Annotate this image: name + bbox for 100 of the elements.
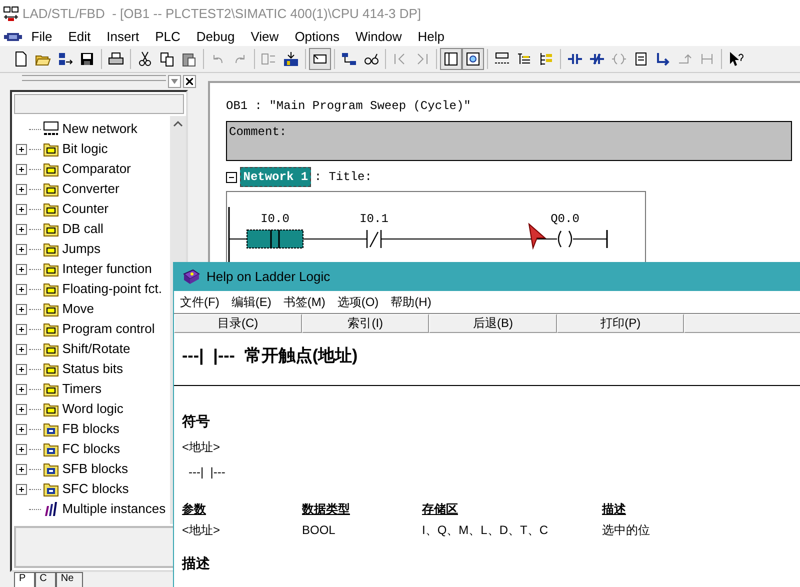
tree-item[interactable]: DB call bbox=[16, 219, 170, 239]
tree-item[interactable]: SFB blocks bbox=[16, 459, 170, 479]
expand-icon[interactable] bbox=[16, 244, 27, 254]
expand-icon[interactable] bbox=[16, 364, 27, 374]
menu-item[interactable]: PLC bbox=[147, 27, 188, 47]
menu-item[interactable]: Edit bbox=[60, 27, 99, 47]
menu-item[interactable]: Window bbox=[348, 27, 410, 47]
menu-item[interactable]: File bbox=[23, 27, 60, 47]
column-header: 参数 bbox=[182, 501, 207, 518]
tree-item[interactable]: Move bbox=[16, 299, 170, 319]
tree-item[interactable]: Word logic bbox=[16, 399, 170, 419]
menu-item[interactable]: 书签(M) bbox=[277, 293, 332, 311]
tree-item[interactable]: Counter bbox=[16, 199, 170, 219]
coil-icon bbox=[611, 51, 627, 67]
folder-icon bbox=[43, 321, 59, 337]
expand-icon[interactable] bbox=[16, 444, 27, 454]
network-title: : Title: bbox=[314, 169, 372, 186]
close-icon bbox=[186, 78, 193, 85]
list-icon bbox=[516, 51, 532, 67]
toolbar-button[interactable]: 打印(P) bbox=[556, 314, 684, 333]
folder-icon bbox=[43, 441, 59, 457]
section-heading: 符号 bbox=[182, 412, 211, 430]
comment-field[interactable]: Comment: bbox=[226, 121, 792, 161]
expand-icon[interactable] bbox=[16, 184, 27, 194]
network-label[interactable]: Network 1 bbox=[240, 167, 312, 187]
expand-icon[interactable] bbox=[16, 264, 27, 274]
expand-icon[interactable] bbox=[16, 484, 27, 494]
close-button[interactable] bbox=[183, 75, 196, 88]
panel-tab[interactable]: P bbox=[14, 572, 35, 587]
tree-item[interactable]: FB blocks bbox=[16, 419, 170, 439]
caret-icon bbox=[171, 79, 178, 84]
tree-item[interactable]: Timers bbox=[16, 379, 170, 399]
contact-icon bbox=[567, 51, 583, 67]
menu-item[interactable]: 帮助(H) bbox=[384, 293, 438, 311]
tree-item[interactable]: Floating-point fct. bbox=[16, 279, 170, 299]
tree-item[interactable]: Integer function bbox=[16, 259, 170, 279]
tree-item[interactable]: SFC blocks bbox=[16, 479, 170, 499]
app-icon bbox=[3, 6, 20, 22]
expand-icon[interactable] bbox=[16, 304, 27, 314]
online-icon bbox=[341, 51, 357, 67]
table-cell-text: BOOL bbox=[302, 522, 336, 540]
menu-item[interactable]: View bbox=[242, 27, 287, 47]
panel-tab[interactable]: Ne bbox=[56, 572, 83, 587]
menu-item[interactable]: Options bbox=[286, 27, 348, 47]
menu-item[interactable]: 选项(O) bbox=[331, 293, 385, 311]
panel-tab[interactable]: C bbox=[34, 572, 56, 587]
expand-icon[interactable] bbox=[16, 384, 27, 394]
expand-icon[interactable] bbox=[16, 224, 27, 234]
zoom-icon bbox=[465, 51, 481, 67]
menu-item[interactable]: Help bbox=[410, 27, 452, 47]
toolbar-button[interactable]: 后退(B) bbox=[429, 314, 557, 333]
tree-item[interactable]: Converter bbox=[16, 179, 170, 199]
panel-button[interactable] bbox=[440, 48, 462, 70]
collapse-icon[interactable] bbox=[226, 172, 237, 182]
help-book-icon bbox=[182, 269, 200, 285]
tree-item[interactable]: Jumps bbox=[16, 239, 170, 259]
toolbar-button[interactable]: 索引(I) bbox=[302, 314, 430, 333]
menu-item[interactable]: Insert bbox=[98, 27, 148, 47]
tree-item[interactable]: Multiple instances bbox=[16, 499, 170, 519]
box-icon bbox=[633, 51, 649, 67]
section-heading: 描述 bbox=[182, 554, 211, 574]
tree-item[interactable]: New network bbox=[16, 119, 170, 139]
expand-icon[interactable] bbox=[16, 324, 27, 334]
expand-icon[interactable] bbox=[16, 404, 27, 414]
folder-icon bbox=[43, 241, 59, 257]
folder-icon bbox=[43, 261, 59, 277]
expand-icon[interactable] bbox=[16, 424, 27, 434]
folder-icon bbox=[43, 421, 59, 437]
folder-icon bbox=[43, 341, 59, 357]
expand-icon[interactable] bbox=[16, 344, 27, 354]
folder-icon bbox=[43, 381, 59, 397]
paste-icon bbox=[181, 51, 197, 67]
address-label: I0.1 bbox=[360, 212, 388, 226]
column-header: 描述 bbox=[602, 501, 627, 518]
topic-heading: ---| |--- 常开触点(地址) bbox=[182, 345, 359, 367]
toolbar-button[interactable] bbox=[684, 314, 800, 333]
window-button[interactable] bbox=[309, 48, 331, 70]
tree-item[interactable]: Comparator bbox=[16, 159, 170, 179]
expand-icon[interactable] bbox=[16, 204, 27, 214]
menu-item[interactable]: 编辑(E) bbox=[225, 293, 278, 311]
menu-item[interactable]: 文件(F) bbox=[174, 293, 226, 311]
tree-item[interactable]: Shift/Rotate bbox=[16, 339, 170, 359]
expand-icon[interactable] bbox=[16, 284, 27, 294]
tree-item[interactable]: Bit logic bbox=[16, 139, 170, 159]
table-cell-text: I、Q、M、L、D、T、C bbox=[422, 522, 549, 540]
zoom-button[interactable] bbox=[462, 48, 484, 70]
tree-item[interactable]: Program control bbox=[16, 319, 170, 339]
cursor-icon bbox=[528, 222, 546, 250]
expand-icon[interactable] bbox=[16, 144, 27, 154]
toolbar-button[interactable]: 目录(C) bbox=[174, 314, 302, 333]
tree-item[interactable]: FC blocks bbox=[16, 439, 170, 459]
folder-icon bbox=[43, 481, 59, 497]
expand-icon[interactable] bbox=[16, 464, 27, 474]
tree-icon bbox=[538, 51, 554, 67]
folder-icon bbox=[43, 401, 59, 417]
expand-icon[interactable] bbox=[16, 164, 27, 174]
contact[interactable] bbox=[246, 229, 304, 249]
menu-item[interactable]: Debug bbox=[188, 27, 243, 47]
tree-item[interactable]: Status bits bbox=[16, 359, 170, 379]
table-cell-text: <地址> bbox=[182, 522, 222, 540]
